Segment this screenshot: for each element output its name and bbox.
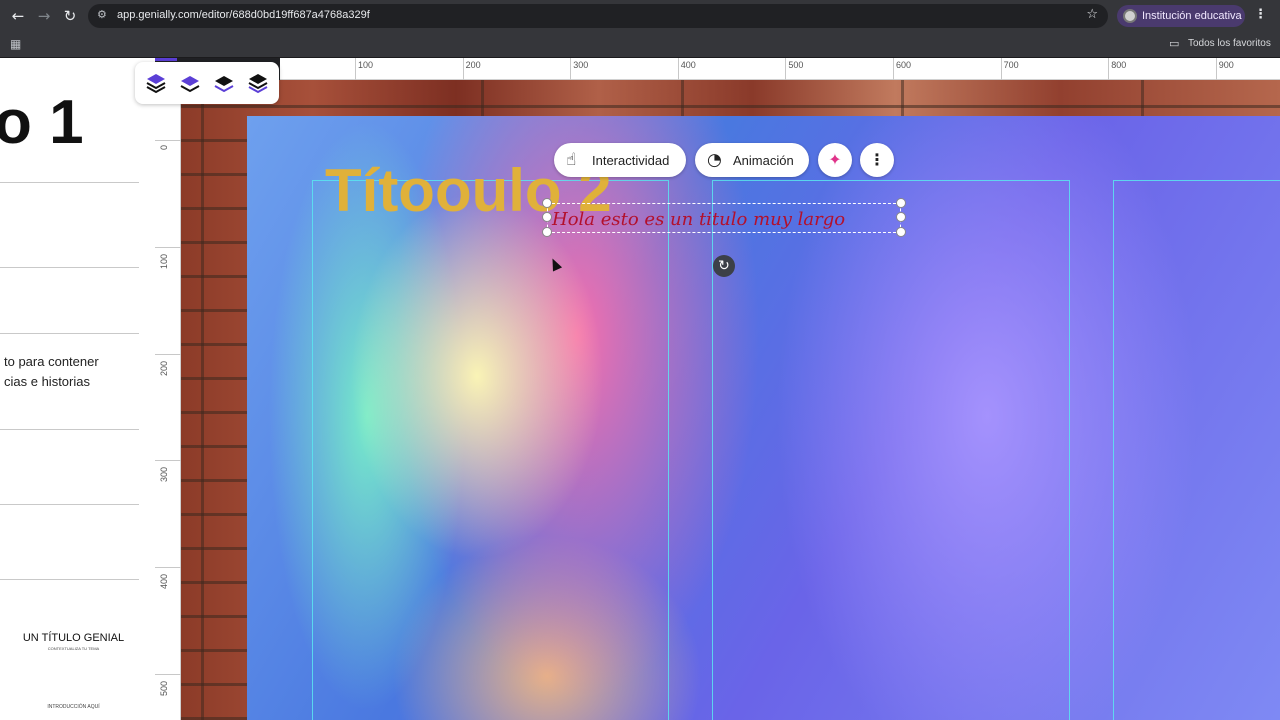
brick-joint — [1141, 80, 1144, 116]
url-text[interactable]: app.genially.com/editor/688d0bd19ff687a4… — [117, 9, 370, 21]
interactivity-button[interactable]: ☝ Interactividad — [554, 143, 686, 177]
brick-joint — [481, 80, 484, 116]
ruler-tick — [570, 58, 572, 80]
resize-handle-bottom-right[interactable] — [896, 227, 906, 237]
slide-thumb-intro: INTRODUCCIÓN AQUÍ — [47, 704, 100, 710]
site-settings-icon[interactable]: ⚙ — [97, 8, 107, 21]
resize-handle-left[interactable] — [542, 212, 552, 222]
ruler-label: 700 — [1003, 60, 1019, 70]
divider — [0, 267, 139, 268]
ruler-label: 400 — [159, 574, 169, 590]
divider — [0, 579, 139, 580]
resize-handle-top-left[interactable] — [542, 198, 552, 208]
bring-forward-icon[interactable] — [179, 72, 201, 94]
layer-order-toolbar — [135, 62, 279, 104]
ruler-top: 100 200 300 400 500 600 700 800 900 — [280, 58, 1280, 80]
kebab-menu-icon[interactable]: ⋮ — [1254, 7, 1267, 22]
slides-panel[interactable]: o 1 to para contener cias e historias UN… — [0, 58, 155, 720]
ruler-tick — [1108, 58, 1110, 80]
animation-label: Animación — [733, 153, 794, 168]
resize-handle-bottom-left[interactable] — [542, 227, 552, 237]
ruler-tick — [1215, 58, 1217, 80]
brick-joint — [901, 80, 904, 116]
divider — [0, 333, 139, 334]
ruler-tick — [155, 674, 181, 675]
slide-thumb-text: cias e historias — [4, 374, 90, 389]
rotate-icon[interactable]: ↻ — [713, 255, 735, 277]
ruler-tick — [462, 58, 464, 80]
ruler-label: 200 — [159, 360, 169, 376]
ruler-tick — [355, 58, 356, 80]
reload-icon[interactable]: ↻ — [60, 6, 80, 26]
selected-text-content[interactable]: Hola esto es un titulo muy largo — [552, 209, 845, 230]
brick-joint — [201, 80, 204, 720]
back-arrow-icon[interactable]: ← — [8, 6, 28, 26]
send-backward-icon[interactable] — [213, 72, 235, 94]
kebab-menu-icon[interactable]: ⋮ — [860, 143, 894, 177]
bookmarks-bar: ▦ ▭ Todos los favoritos — [0, 32, 1280, 58]
divider — [0, 182, 139, 183]
slide-thumb-title-fragment: o 1 — [0, 88, 84, 157]
ruler-tick — [155, 246, 181, 248]
ruler-label: 800 — [1111, 60, 1127, 70]
ruler-label: 300 — [159, 467, 169, 483]
divider — [0, 429, 139, 430]
address-bar[interactable]: ⚙ app.genially.com/editor/688d0bd19ff687… — [88, 4, 1108, 28]
avatar — [1123, 9, 1137, 23]
send-to-back-icon[interactable] — [247, 72, 269, 94]
star-icon[interactable]: ☆ — [1086, 7, 1098, 22]
ruler-label: 300 — [573, 60, 589, 70]
touch-icon: ☝ — [566, 150, 577, 170]
ruler-tick — [1000, 58, 1002, 80]
resize-handle-right[interactable] — [896, 212, 906, 222]
brick-joint — [681, 80, 684, 116]
resize-handle-top-right[interactable] — [896, 198, 906, 208]
ruler-tick — [155, 140, 181, 141]
bring-to-front-icon[interactable] — [145, 72, 167, 94]
ruler-label: 400 — [680, 60, 696, 70]
interactivity-label: Interactividad — [592, 153, 670, 168]
animation-button[interactable]: ◔ Animación — [695, 143, 809, 177]
layout-guide — [712, 180, 1070, 720]
layout-guide — [312, 180, 669, 720]
slide-thumb-text: to para contener — [4, 354, 99, 369]
apps-grid-icon[interactable]: ▦ — [10, 37, 21, 51]
animation-icon: ◔ — [707, 150, 722, 170]
ruler-label: 0 — [159, 144, 169, 150]
layout-guide — [1113, 180, 1280, 720]
ruler-tick — [893, 58, 894, 80]
ruler-label: 200 — [465, 60, 481, 70]
slide-thumb-subtitle: CONTEXTUALIZA TU TEMA — [47, 646, 100, 651]
ruler-label: 100 — [159, 253, 169, 269]
selected-text-box[interactable]: Hola esto es un titulo muy largo — [547, 203, 901, 233]
ruler-left: 0 100 200 300 400 500 — [155, 104, 181, 720]
ruler-tick — [155, 567, 181, 569]
bookmarks-folder-label[interactable]: Todos los favoritos — [1188, 38, 1271, 49]
ruler-label: 500 — [159, 680, 169, 696]
ruler-tick — [785, 58, 787, 80]
ruler-label: 500 — [788, 60, 804, 70]
forward-arrow-icon[interactable]: → — [34, 6, 54, 26]
ruler-tick — [155, 353, 181, 355]
folder-icon[interactable]: ▭ — [1169, 37, 1179, 50]
browser-toolbar: ← → ↻ ⚙ app.genially.com/editor/688d0bd1… — [0, 0, 1280, 32]
slide-thumb-heading[interactable]: UN TÍTULO GENIAL — [0, 632, 147, 644]
ruler-label: 600 — [896, 60, 912, 70]
ruler-tick — [155, 460, 181, 462]
sparkle-icon[interactable]: ✦ — [818, 143, 852, 177]
ruler-label: 900 — [1218, 60, 1234, 70]
divider — [0, 504, 139, 505]
ruler-tick — [677, 58, 679, 80]
profile-chip[interactable]: Institución educativa — [1117, 5, 1245, 27]
profile-label: Institución educativa — [1142, 10, 1242, 22]
active-tab-indicator — [155, 58, 177, 61]
ruler-label: 100 — [358, 60, 374, 70]
